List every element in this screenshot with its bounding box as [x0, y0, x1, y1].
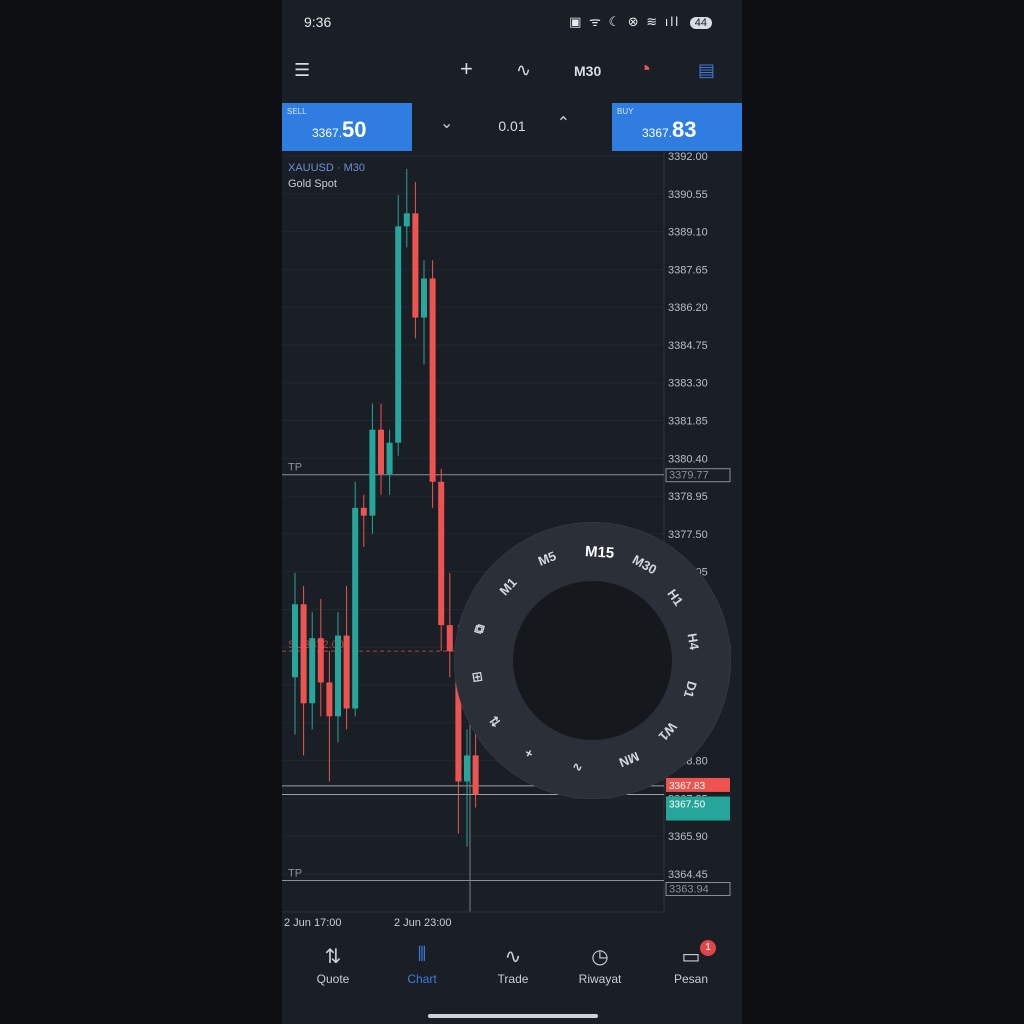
candle-body — [369, 429, 376, 516]
symbol-info: XAUUSD · M30 Gold Spot — [288, 160, 365, 192]
nav-item-quote[interactable]: ⇅ Quote — [298, 944, 368, 986]
candle-body — [292, 604, 298, 678]
timeframe-button[interactable]: M30 — [574, 63, 601, 79]
nav-item-pesan[interactable]: ▭ Pesan 1 — [656, 940, 726, 986]
buy-price: 3367.83 — [642, 117, 697, 143]
nav-label: Riwayat — [578, 972, 622, 986]
candle-body — [412, 213, 419, 318]
volume-down-icon[interactable]: ⌄ — [440, 113, 453, 133]
nav-label: Quote — [316, 972, 350, 986]
candle-body — [309, 638, 316, 704]
candle-body — [326, 682, 333, 717]
background-left — [0, 0, 282, 1024]
candle-body — [395, 226, 402, 443]
price-axis-label: 3364.45 — [668, 869, 708, 881]
tp-label: TP — [288, 462, 302, 474]
signal-icons: ▣ ᯤ ☾ ⊗ ≋ ıll — [569, 14, 681, 29]
sell-button[interactable]: SELL 3367.50 — [282, 103, 412, 151]
menu-icon[interactable]: ☰ — [294, 60, 310, 81]
time-axis-label: 2 Jun 17:00 — [284, 917, 342, 929]
nav-label: Chart — [407, 972, 437, 986]
buy-label: BUY — [617, 107, 634, 116]
new-order-icon[interactable]: ▤ — [698, 60, 715, 81]
buy-price-small: 3367. — [642, 126, 673, 140]
timeframe-option-h4[interactable]: H4 — [685, 632, 702, 651]
wheel-center — [513, 581, 672, 740]
status-time: 9:36 — [304, 14, 332, 30]
riwayat-icon: ◷ — [591, 946, 609, 968]
symbol-description: Gold Spot — [288, 178, 337, 190]
timeframe-option-m15[interactable]: M15 — [585, 543, 615, 562]
sell-price-small: 3367. — [312, 126, 343, 140]
candle-body — [438, 481, 445, 626]
nav-label: Trade — [497, 972, 529, 986]
status-icons: ▣ ᯤ ☾ ⊗ ≋ ıll 44 — [569, 12, 712, 30]
bottom-price-label: 3363.94 — [669, 884, 709, 896]
bottom-navigation: ⇅ Quote ⫴ Chart ∿ Trade ◷ Riwayat ▭ Pesan 1 — [282, 938, 742, 1008]
phone-screen: 9:36 ▣ ᯤ ☾ ⊗ ≋ ıll 44 ☰ + ∿ M30 ◔ ▤ SELL… — [282, 0, 742, 1024]
status-bar: 9:36 ▣ ᯤ ☾ ⊗ ≋ ıll 44 — [282, 0, 742, 44]
candle-body — [378, 429, 384, 474]
timeframe-option-tool-8[interactable]: ∿ — [571, 759, 583, 776]
candle-body — [317, 638, 324, 683]
price-axis-label: 3392.00 — [668, 152, 708, 163]
chart-toolbar: ☰ + ∿ M30 ◔ ▤ — [282, 50, 742, 94]
price-axis-label: 3384.75 — [668, 340, 708, 352]
candle-body — [421, 278, 427, 318]
battery-icon: 44 — [689, 17, 712, 29]
price-axis-label: 3378.95 — [668, 491, 708, 503]
price-axis-label: 3365.90 — [668, 831, 708, 843]
indicators-icon[interactable]: ∿ — [516, 60, 531, 81]
price-axis-label: 3381.85 — [668, 416, 708, 428]
symbol-label: XAUUSD · M30 — [288, 162, 366, 174]
buy-price-big: 83 — [672, 117, 697, 142]
timeframe-wheel[interactable]: M5 M15 M30 H1 H4 D1 W1 MN ∿ + ⇅ ⊞ ⧉ M1 — [455, 523, 730, 798]
nav-item-chart[interactable]: ⫴ Chart — [387, 944, 457, 986]
candle-body — [335, 635, 341, 717]
bottom-line-label: TP — [288, 868, 302, 880]
nav-label: Pesan — [673, 972, 709, 986]
background-right — [742, 0, 1024, 1024]
nav-item-riwayat[interactable]: ◷ Riwayat — [565, 944, 635, 986]
trade-icon: ∿ — [504, 946, 522, 968]
price-axis-label: 3387.65 — [668, 264, 708, 276]
price-axis-label: 3390.55 — [668, 189, 708, 201]
price-axis-label: 3383.30 — [668, 378, 708, 390]
candle-body — [386, 442, 393, 474]
volume-control: ⌄ 0.01 ⌃ — [432, 103, 592, 151]
candle-body — [343, 635, 350, 709]
home-indicator[interactable] — [428, 1014, 598, 1018]
candle-body — [446, 625, 453, 652]
timeframe-option-tool-11[interactable]: ⊞ — [469, 670, 487, 683]
sell-label: SELL — [287, 107, 307, 116]
crosshair-icon[interactable]: + — [460, 56, 473, 82]
volume-up-icon[interactable]: ⌃ — [557, 113, 570, 133]
nav-item-trade[interactable]: ∿ Trade — [478, 944, 548, 986]
candle-body — [403, 213, 410, 227]
quote-icon: ⇅ — [324, 946, 342, 968]
candle-body — [429, 278, 436, 482]
price-axis-label: 3380.40 — [668, 453, 708, 465]
sell-price: 3367.50 — [312, 117, 367, 143]
candle-body — [352, 507, 359, 709]
candle-body — [360, 507, 367, 516]
trade-panel: SELL 3367.50 ⌄ 0.01 ⌃ BUY 3367.83 — [282, 103, 742, 151]
tp-price-label: 3379.77 — [669, 470, 709, 482]
buy-button[interactable]: BUY 3367.83 — [612, 103, 742, 151]
clock-icon[interactable]: ◔ — [638, 56, 651, 82]
sell-price-big: 50 — [342, 117, 367, 142]
volume-value[interactable]: 0.01 — [487, 118, 537, 134]
time-axis-label: 2 Jun 23:00 — [394, 917, 452, 929]
candle-body — [300, 604, 307, 704]
price-axis-label: 3386.20 — [668, 302, 708, 314]
unread-badge: 1 — [700, 940, 716, 956]
bid-price-text: 3367.50 — [669, 800, 706, 811]
price-axis-label: 3389.10 — [668, 227, 708, 239]
chart-icon: ⫴ — [417, 944, 427, 966]
